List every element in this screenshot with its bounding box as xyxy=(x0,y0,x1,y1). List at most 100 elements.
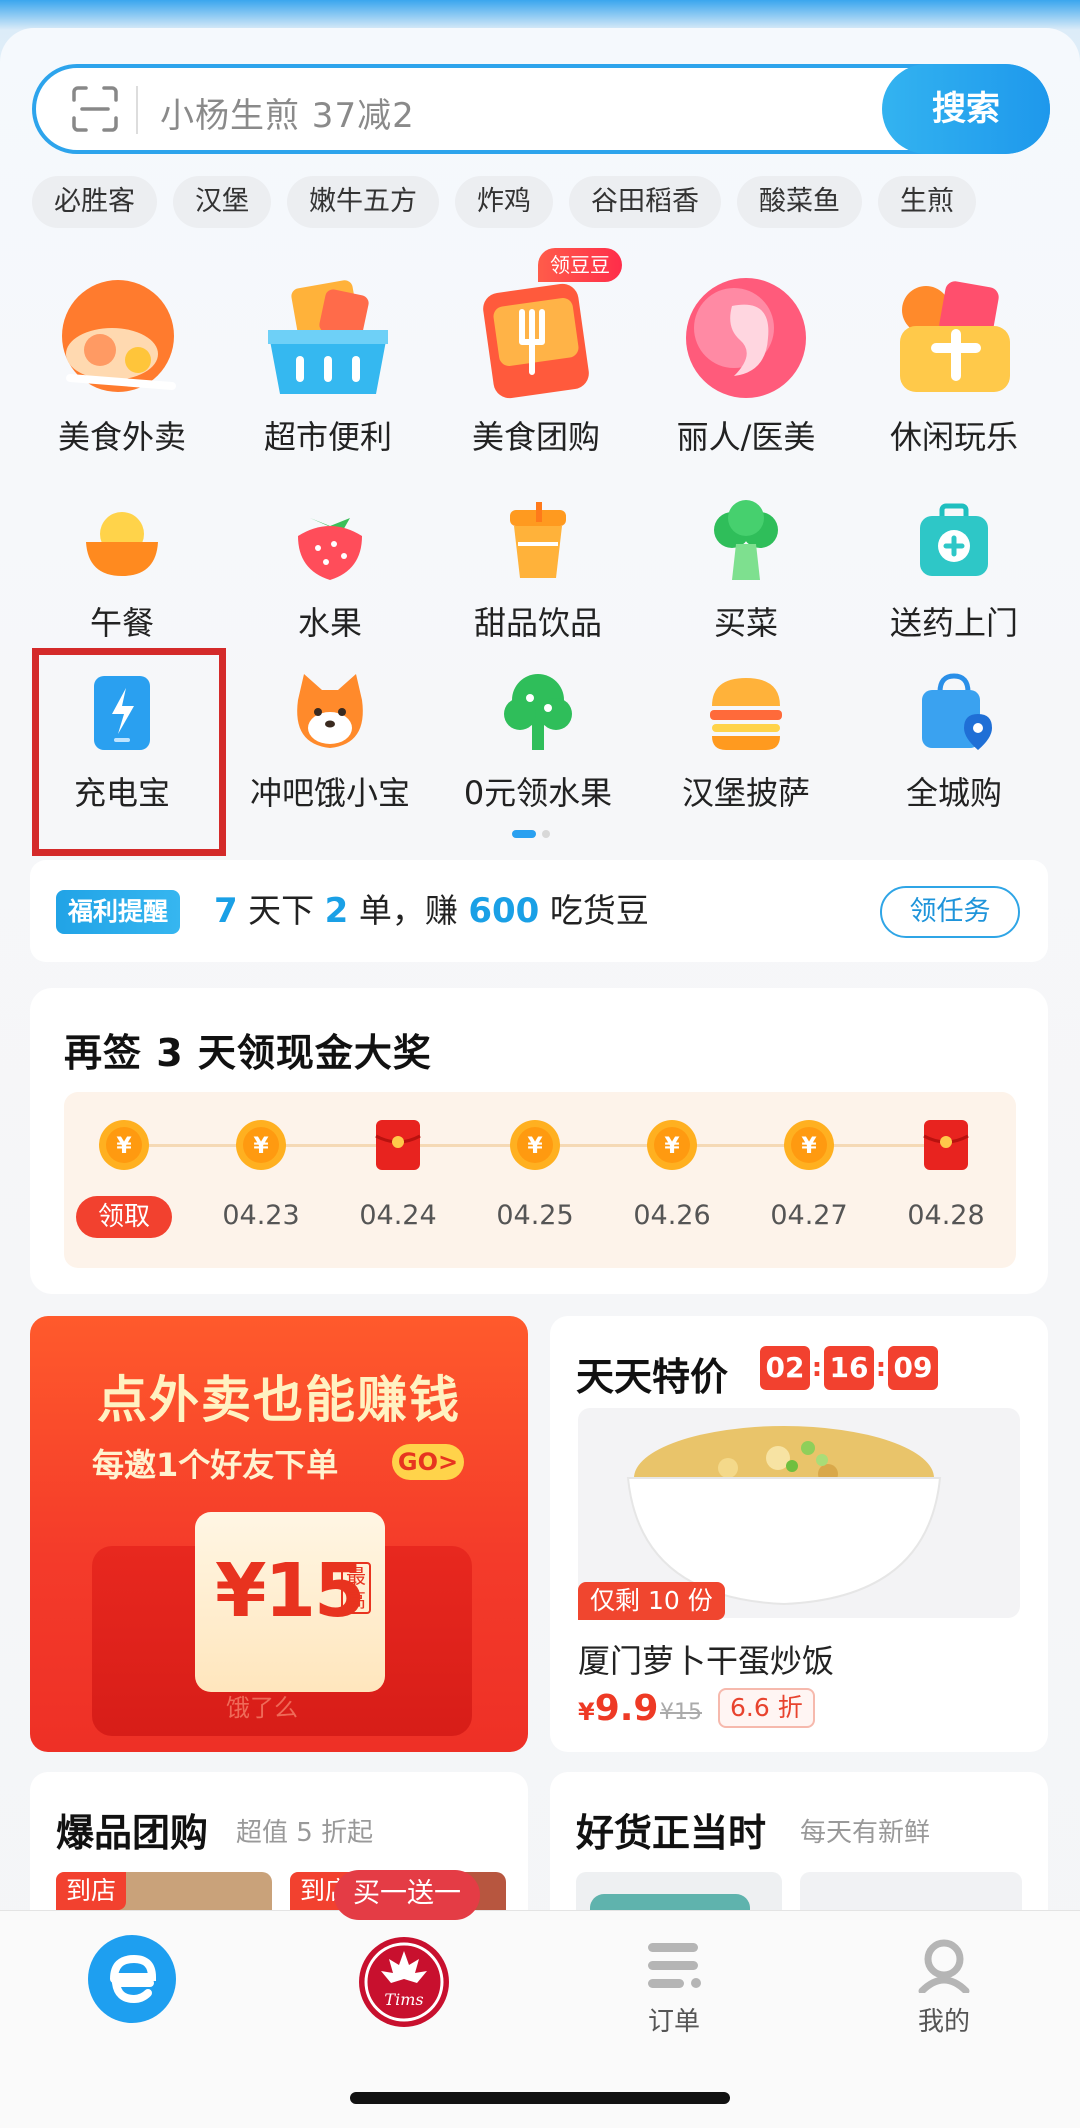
hot-tag[interactable]: 酸菜鱼 xyxy=(737,176,862,228)
burger-icon xyxy=(710,678,782,750)
hot-tag[interactable]: 汉堡 xyxy=(173,176,271,228)
sign-in-date: 04.28 xyxy=(907,1200,985,1231)
sign-in-date: 04.24 xyxy=(359,1200,437,1231)
reward-max-label: 最高 xyxy=(341,1562,371,1614)
category-supermarket[interactable]: 超市便利 xyxy=(228,268,428,458)
welfare-text: 7 天下 2 单，赚 600 吃货豆 xyxy=(214,884,649,932)
strawberry-icon xyxy=(298,518,362,580)
search-button[interactable]: 搜索 xyxy=(882,64,1050,154)
coin-icon: ¥ xyxy=(99,1120,149,1170)
category-group-buy[interactable]: 美食团购 xyxy=(436,268,636,458)
svg-text:¥: ¥ xyxy=(253,1134,269,1159)
category-fruit[interactable]: 水果 xyxy=(230,500,430,644)
page-indicator xyxy=(512,830,550,838)
coin-icon: ¥ xyxy=(784,1120,834,1170)
orders-icon xyxy=(648,1943,701,1988)
category-city-shopping[interactable]: 全城购 xyxy=(854,670,1054,814)
group-buy-subtitle: 超值 5 折起 xyxy=(236,1818,374,1848)
category-leisure[interactable]: 休闲玩乐 xyxy=(854,268,1054,458)
welfare-days: 7 xyxy=(214,891,238,931)
timer-minutes: 16 xyxy=(824,1346,874,1390)
svg-text:¥: ¥ xyxy=(527,1134,543,1159)
deal-price-value: 9.9 xyxy=(594,1688,659,1729)
good-goods-title: 好货正当时 xyxy=(576,1811,767,1855)
tab-orders-label: 订单 xyxy=(647,2007,700,2037)
eleme-home-icon xyxy=(88,1935,176,2023)
category-label: 全城购 xyxy=(905,774,1002,812)
good-goods-subtitle: 每天有新鲜 xyxy=(800,1818,931,1848)
welfare-text-part: 天下 xyxy=(248,891,315,930)
invite-promo-banner[interactable]: 点外卖也能赚钱 每邀1个好友下单 GO> ¥15 最高 饿了么 xyxy=(30,1316,528,1752)
welfare-reminder-bar[interactable]: 福利提醒 7 天下 2 单，赚 600 吃货豆 领任务 xyxy=(30,860,1048,962)
tab-orders[interactable]: 订单 xyxy=(594,1939,754,2038)
tab-mine-label: 我的 xyxy=(917,2007,970,2037)
welfare-text-part: 单，赚 xyxy=(358,891,458,930)
promo-go-button[interactable]: GO> xyxy=(392,1444,464,1480)
profile-icon xyxy=(918,1939,970,1995)
claim-task-button[interactable]: 领任务 xyxy=(880,886,1020,938)
hot-tag[interactable]: 谷田稻香 xyxy=(569,176,721,228)
claim-today-button[interactable]: 领取 xyxy=(76,1196,172,1238)
sign-in-track: ¥ 领取 ¥04.23 04.24 ¥04.25 ¥04.26 ¥04.27 04.28 xyxy=(64,1092,1016,1268)
tims-logo-text: Tims xyxy=(384,1990,423,2009)
promo-title: 点外卖也能赚钱 xyxy=(97,1371,461,1429)
currency-symbol: ¥ xyxy=(578,1698,595,1726)
category-beauty[interactable]: 丽人/医美 xyxy=(646,268,846,458)
sign-in-date: 04.26 xyxy=(633,1200,711,1231)
category-label: 午餐 xyxy=(89,604,154,642)
rice-bowl-icon xyxy=(86,512,158,576)
category-medicine[interactable]: 送药上门 xyxy=(854,500,1054,644)
search-input[interactable]: 小杨生煎 37减2 xyxy=(160,88,415,137)
hot-tag[interactable]: 炸鸡 xyxy=(455,176,553,228)
daily-deal-card[interactable]: 天天特价 02 : 16 : 09 仅剩 10 份 厦门萝卜干蛋炒饭 ¥9.9 … xyxy=(550,1316,1048,1752)
category-label: 休闲玩乐 xyxy=(889,418,1018,456)
promo-subtitle: 每邀1个好友下单 xyxy=(92,1446,339,1484)
hot-tag[interactable]: 嫩牛五方 xyxy=(287,176,439,228)
deal-price: ¥9.9 xyxy=(578,1688,658,1729)
sign-in-date: 04.27 xyxy=(770,1200,848,1231)
hot-search-tags: 必胜客 汉堡 嫩牛五方 炸鸡 谷田稻香 酸菜鱼 生煎 xyxy=(32,176,976,228)
stock-remaining-badge: 仅剩 10 份 xyxy=(578,1582,725,1620)
category-groceries[interactable]: 买菜 xyxy=(646,500,846,644)
scan-icon[interactable] xyxy=(72,86,118,132)
coin-icon: ¥ xyxy=(510,1120,560,1170)
hot-tag[interactable]: 生煎 xyxy=(878,176,976,228)
red-packet-icon xyxy=(923,1120,969,1170)
sign-in-card[interactable]: 再签 3 天领现金大奖 ¥ 领取 ¥04.23 04.24 ¥04.25 ¥04.26 ¥0… xyxy=(30,988,1048,1294)
category-food-delivery[interactable]: 美食外卖 xyxy=(22,268,222,458)
category-burger-pizza[interactable]: 汉堡披萨 xyxy=(646,670,846,814)
eleme-logo: 饿了么 xyxy=(226,1694,298,1722)
broccoli-icon xyxy=(714,500,778,580)
deal-title: 天天特价 xyxy=(576,1355,729,1399)
beauty-icon xyxy=(686,278,806,398)
reward-card: ¥15 最高 xyxy=(195,1512,385,1692)
discount-badge: 6.6 折 xyxy=(718,1688,815,1728)
supermarket-basket-icon xyxy=(268,280,388,394)
tree-icon xyxy=(504,674,572,750)
search-bar[interactable]: 小杨生煎 37减2 搜索 xyxy=(32,64,1050,154)
timer-separator: : xyxy=(811,1353,823,1383)
deal-item-name: 厦门萝卜干蛋炒饭 xyxy=(578,1642,835,1680)
category-shiba[interactable]: 冲吧饿小宝 xyxy=(230,670,430,814)
category-lunch[interactable]: 午餐 xyxy=(22,500,222,644)
countdown-timer: 02 : 16 : 09 xyxy=(760,1346,938,1390)
category-drinks[interactable]: 甜品饮品 xyxy=(438,500,638,644)
hot-tag[interactable]: 必胜客 xyxy=(32,176,157,228)
welfare-orders: 2 xyxy=(324,891,349,931)
category-label: 0元领水果 xyxy=(463,774,613,812)
drink-cup-icon xyxy=(510,502,566,578)
category-label: 冲吧饿小宝 xyxy=(249,774,410,812)
in-store-tag: 到店 xyxy=(56,1872,127,1910)
category-label: 美食团购 xyxy=(471,418,600,456)
timer-hours: 02 xyxy=(760,1346,810,1390)
category-label: 买菜 xyxy=(713,604,778,642)
svg-text:¥: ¥ xyxy=(116,1134,132,1159)
category-label: 甜品饮品 xyxy=(473,604,602,642)
tab-home[interactable] xyxy=(52,1933,212,2029)
tab-mine[interactable]: 我的 xyxy=(864,1939,1024,2038)
coin-icon: ¥ xyxy=(647,1120,697,1170)
category-free-fruit[interactable]: 0元领水果 xyxy=(438,670,638,814)
highlight-annotation-box xyxy=(32,648,226,856)
tab-tims[interactable]: Tims xyxy=(324,1935,484,2033)
timer-separator: : xyxy=(875,1353,887,1383)
